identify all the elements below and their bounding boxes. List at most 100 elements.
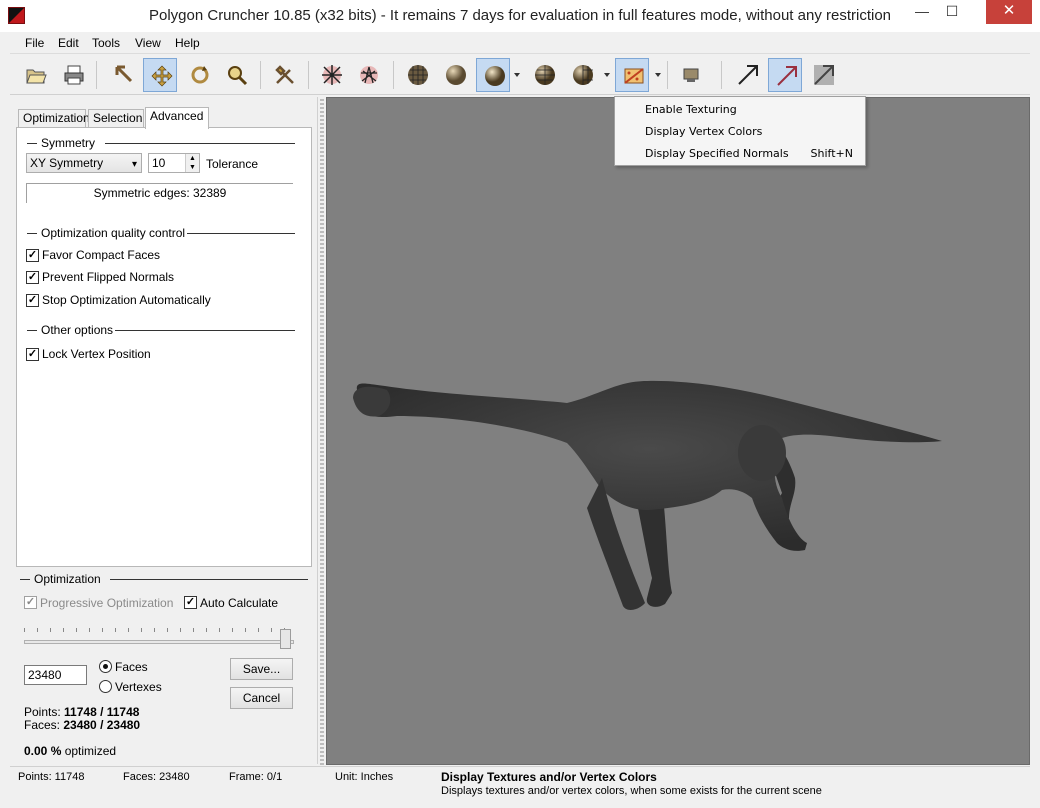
options-panel: Optimization Selection Advanced Symmetry…	[10, 97, 318, 764]
close-button[interactable]: ✕	[986, 0, 1032, 24]
menu-file[interactable]: File	[25, 36, 44, 50]
heading-line	[27, 143, 37, 144]
status-unit: Unit: Inches	[335, 771, 394, 783]
symmetry-heading-text: Symmetry	[41, 136, 95, 150]
menu-bar: File Edit Tools View Help	[10, 32, 1030, 54]
optimized-percent: 0.00 % optimized	[24, 744, 116, 758]
smooth-sphere-icon	[485, 66, 505, 86]
tab-selection[interactable]: Selection	[88, 109, 144, 128]
tab-optimization[interactable]: Optimization	[18, 109, 90, 128]
stop-optimization-checkbox[interactable]: ✓	[26, 294, 39, 307]
auto-calculate-checkbox[interactable]: ✓	[184, 596, 197, 609]
menu-item-label: Display Specified Normals	[645, 147, 789, 160]
wireframe-cross-icon	[322, 65, 342, 85]
select-arrow-icon	[115, 65, 133, 83]
title-bar: Polygon Cruncher 10.85 (x32 bits) - It r…	[0, 0, 1040, 32]
heading-line	[27, 330, 37, 331]
minimize-button[interactable]: —	[908, 0, 936, 24]
optimization-slider-track[interactable]	[24, 640, 294, 644]
optimization-heading: Optimization	[20, 572, 310, 586]
progressive-optimization-checkbox[interactable]: ✓	[24, 596, 37, 609]
optimized-percent-label: optimized	[64, 744, 117, 758]
panel-splitter[interactable]	[320, 97, 324, 765]
spinner-arrows-icon[interactable]: ▲ ▼	[185, 154, 199, 172]
symmetry-mode-select[interactable]: XY Symmetry ▾	[26, 153, 142, 173]
shaded-wire-view-button[interactable]	[527, 58, 561, 92]
chevron-down-icon: ▾	[131, 159, 137, 170]
open-folder-icon	[26, 69, 47, 84]
half-shaded-view-button[interactable]	[565, 58, 599, 92]
smooth-view-dropdown-arrow[interactable]	[514, 73, 520, 77]
toolbar-separator	[308, 61, 309, 89]
advanced-tab-page: Symmetry XY Symmetry ▾ 10 ▲ ▼ Tolerance S…	[16, 127, 312, 567]
zoom-icon	[228, 66, 248, 86]
faces-stat-value: 23480 / 23480	[63, 718, 141, 732]
save-button[interactable]: Save...	[230, 658, 293, 680]
points-stat: Points: 11748 / 11748	[24, 705, 139, 719]
toolbar-separator	[721, 61, 722, 89]
camera-button[interactable]	[673, 58, 707, 92]
smooth-view-button[interactable]	[476, 58, 510, 92]
3d-viewport[interactable]	[326, 97, 1030, 765]
select-tool-button[interactable]	[106, 58, 140, 92]
prevent-flipped-normals-checkbox[interactable]: ✓	[26, 271, 39, 284]
heading-line	[20, 579, 30, 580]
menu-item-enable-texturing[interactable]: Enable Texturing	[615, 99, 865, 121]
target-count-input[interactable]: 23480	[24, 665, 87, 685]
shaded-wire-sphere-icon	[535, 65, 555, 85]
menu-item-shortcut: Shift+N	[810, 147, 853, 160]
optimization-slider-thumb[interactable]	[280, 629, 291, 649]
stop-optimization-label: Stop Optimization Automatically	[42, 293, 211, 307]
heading-line	[27, 233, 37, 234]
optimize-wire-button[interactable]	[314, 58, 348, 92]
heading-line	[115, 330, 295, 331]
move-icon	[151, 65, 173, 87]
rotate-tool-button[interactable]	[182, 58, 216, 92]
zoom-tool-button[interactable]	[219, 58, 253, 92]
shading-dropdown-arrow[interactable]	[604, 73, 610, 77]
normals-grey-button[interactable]	[806, 58, 840, 92]
faces-radio[interactable]	[99, 660, 112, 673]
lock-vertex-position-checkbox[interactable]: ✓	[26, 348, 39, 361]
print-button[interactable]	[56, 58, 90, 92]
tab-advanced[interactable]: Advanced	[145, 107, 209, 129]
optimization-heading-text: Optimization	[34, 572, 101, 586]
favor-compact-faces-label: Favor Compact Faces	[42, 248, 161, 262]
status-points: Points: 11748	[18, 771, 85, 783]
menu-item-display-specified-normals[interactable]: Display Specified Normals Shift+N	[615, 143, 865, 165]
points-stat-value: 11748 / 11748	[64, 705, 140, 719]
cancel-button[interactable]: Cancel	[230, 687, 293, 709]
faces-radio-label: Faces	[115, 660, 148, 674]
status-bar: Points: 11748 Faces: 23480 Frame: 0/1 Un…	[10, 766, 1030, 800]
menu-tools[interactable]: Tools	[92, 36, 120, 50]
lock-vertex-position-label: Lock Vertex Position	[42, 347, 151, 361]
target-count-value: 23480	[28, 668, 62, 682]
other-options-heading-text: Other options	[41, 323, 114, 337]
star-cross-icon	[360, 66, 378, 84]
prevent-flipped-normals-label: Prevent Flipped Normals	[42, 270, 175, 284]
texture-button[interactable]	[615, 58, 649, 92]
status-hint-title: Display Textures and/or Vertex Colors	[441, 770, 657, 784]
vertexes-radio[interactable]	[99, 680, 112, 693]
wireframe-view-button[interactable]	[400, 58, 434, 92]
tools-button[interactable]	[267, 58, 301, 92]
open-button[interactable]	[18, 58, 52, 92]
menu-view[interactable]: View	[135, 36, 161, 50]
maximize-button[interactable]: ☐	[938, 0, 966, 24]
favor-compact-faces-checkbox[interactable]: ✓	[26, 249, 39, 262]
menu-item-label: Display Vertex Colors	[645, 125, 763, 138]
normals-arrow-selected-icon	[777, 66, 797, 86]
texture-dropdown-arrow[interactable]	[655, 73, 661, 77]
half-sphere-icon	[573, 65, 593, 85]
normals-selected-button[interactable]	[768, 58, 802, 92]
optimize-star-button[interactable]	[351, 58, 385, 92]
points-stat-label: Points:	[24, 705, 61, 719]
move-tool-button[interactable]	[143, 58, 177, 92]
tolerance-spinner[interactable]: 10 ▲ ▼	[148, 153, 200, 173]
menu-help[interactable]: Help	[175, 36, 200, 50]
flat-view-button[interactable]	[438, 58, 472, 92]
menu-edit[interactable]: Edit	[58, 36, 79, 50]
normals-button[interactable]	[730, 58, 764, 92]
menu-item-display-vertex-colors[interactable]: Display Vertex Colors	[615, 121, 865, 143]
other-options-heading: Other options	[27, 323, 297, 337]
